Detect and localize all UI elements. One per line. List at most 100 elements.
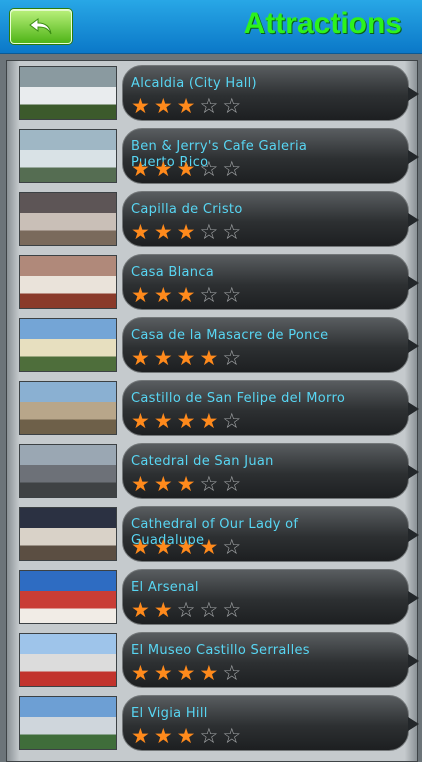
list-item[interactable]: El Arsenal ★★☆☆☆	[16, 568, 419, 625]
attraction-photo	[19, 318, 117, 372]
star-filled-icon: ★	[176, 283, 200, 307]
star-filled-icon: ★	[131, 220, 154, 244]
star-filled-icon: ★	[153, 661, 177, 685]
list-item[interactable]: Castillo de San Felipe del Morro ★★★★☆	[16, 379, 419, 436]
star-filled-icon: ★	[153, 724, 177, 748]
star-filled-icon: ★	[153, 283, 177, 307]
star-filled-icon: ★	[131, 661, 154, 685]
star-filled-icon: ★	[153, 220, 177, 244]
list-item[interactable]: Casa de la Masacre de Ponce ★★★★☆	[16, 316, 419, 373]
star-filled-icon: ★	[176, 472, 200, 496]
star-empty-icon: ☆	[199, 598, 223, 622]
star-empty-icon: ☆	[199, 94, 223, 118]
attraction-name: Casa Blanca	[131, 265, 215, 280]
star-filled-icon: ★	[131, 535, 154, 559]
star-filled-icon: ★	[131, 472, 154, 496]
star-filled-icon: ★	[199, 661, 223, 685]
attraction-photo	[19, 129, 117, 183]
rating-stars: ★★★★☆	[131, 410, 245, 432]
rating-stars: ★★★★☆	[131, 662, 245, 684]
navigation-bar: Attractions	[0, 0, 422, 54]
back-button[interactable]	[10, 9, 72, 44]
star-empty-icon: ☆	[222, 283, 246, 307]
star-empty-icon: ☆	[222, 535, 246, 559]
star-filled-icon: ★	[131, 94, 154, 118]
star-filled-icon: ★	[131, 157, 154, 181]
rating-stars: ★★★☆☆	[131, 95, 245, 117]
star-empty-icon: ☆	[222, 346, 246, 370]
star-empty-icon: ☆	[199, 472, 223, 496]
star-filled-icon: ★	[176, 535, 200, 559]
star-filled-icon: ★	[176, 94, 200, 118]
list-item[interactable]: El Museo Castillo Serralles ★★★★☆	[16, 631, 419, 688]
star-empty-icon: ☆	[199, 283, 223, 307]
star-filled-icon: ★	[199, 535, 223, 559]
attraction-photo	[19, 570, 117, 624]
attraction-photo	[19, 255, 117, 309]
rating-stars: ★★☆☆☆	[131, 599, 245, 621]
star-filled-icon: ★	[153, 472, 177, 496]
attraction-photo	[19, 696, 117, 750]
star-filled-icon: ★	[199, 346, 223, 370]
star-empty-icon: ☆	[176, 598, 200, 622]
star-filled-icon: ★	[176, 409, 200, 433]
attraction-name: El Museo Castillo Serralles	[131, 643, 310, 658]
star-empty-icon: ☆	[222, 598, 246, 622]
list-item[interactable]: Capilla de Cristo ★★★☆☆	[16, 190, 419, 247]
star-empty-icon: ☆	[222, 661, 246, 685]
rating-stars: ★★★★☆	[131, 536, 245, 558]
star-filled-icon: ★	[176, 220, 200, 244]
star-filled-icon: ★	[153, 535, 177, 559]
star-filled-icon: ★	[176, 346, 200, 370]
star-filled-icon: ★	[199, 409, 223, 433]
star-filled-icon: ★	[176, 661, 200, 685]
star-empty-icon: ☆	[199, 220, 223, 244]
star-filled-icon: ★	[131, 409, 154, 433]
page-title: Attractions	[243, 7, 402, 40]
star-filled-icon: ★	[131, 283, 154, 307]
star-filled-icon: ★	[153, 94, 177, 118]
star-filled-icon: ★	[131, 346, 154, 370]
attraction-photo	[19, 507, 117, 561]
star-filled-icon: ★	[153, 346, 177, 370]
attraction-photo	[19, 444, 117, 498]
attraction-name: Casa de la Masacre de Ponce	[131, 328, 329, 343]
list-item[interactable]: Cathedral of Our Lady of Guadalupe ★★★★☆	[16, 505, 419, 562]
rating-stars: ★★★★☆	[131, 347, 245, 369]
rating-stars: ★★★☆☆	[131, 473, 245, 495]
star-filled-icon: ★	[153, 598, 177, 622]
attraction-name: Capilla de Cristo	[131, 202, 243, 217]
attraction-photo	[19, 66, 117, 120]
star-empty-icon: ☆	[199, 724, 223, 748]
rating-stars: ★★★☆☆	[131, 158, 245, 180]
star-filled-icon: ★	[176, 724, 200, 748]
star-empty-icon: ☆	[199, 157, 223, 181]
attraction-photo	[19, 633, 117, 687]
attraction-name: Catedral de San Juan	[131, 454, 274, 469]
star-filled-icon: ★	[176, 157, 200, 181]
list-item[interactable]: Ben & Jerry's Cafe Galeria Puerto Rico ★★…	[16, 127, 419, 184]
star-filled-icon: ★	[131, 598, 154, 622]
attraction-name: Alcaldia (City Hall)	[131, 76, 257, 91]
star-empty-icon: ☆	[222, 409, 246, 433]
list-item[interactable]: Alcaldia (City Hall) ★★★☆☆	[16, 64, 419, 121]
rating-stars: ★★★☆☆	[131, 284, 245, 306]
star-empty-icon: ☆	[222, 724, 246, 748]
attraction-photo	[19, 381, 117, 435]
list-item[interactable]: El Vigia Hill ★★★☆☆	[16, 694, 419, 751]
back-arrow-icon	[29, 17, 52, 34]
star-empty-icon: ☆	[222, 220, 246, 244]
attractions-list[interactable]: Alcaldia (City Hall) ★★★☆☆ Ben & Jerry's C…	[6, 60, 419, 762]
star-filled-icon: ★	[153, 409, 177, 433]
list-item[interactable]: Casa Blanca ★★★☆☆	[16, 253, 419, 310]
attraction-name: El Arsenal	[131, 580, 199, 595]
attraction-name: Castillo de San Felipe del Morro	[131, 391, 346, 406]
star-empty-icon: ☆	[222, 157, 246, 181]
attraction-name: El Vigia Hill	[131, 706, 208, 721]
attraction-photo	[19, 192, 117, 246]
star-filled-icon: ★	[131, 724, 154, 748]
list-item[interactable]: Catedral de San Juan ★★★☆☆	[16, 442, 419, 499]
rating-stars: ★★★☆☆	[131, 221, 245, 243]
rating-stars: ★★★☆☆	[131, 725, 245, 747]
star-empty-icon: ☆	[222, 472, 246, 496]
